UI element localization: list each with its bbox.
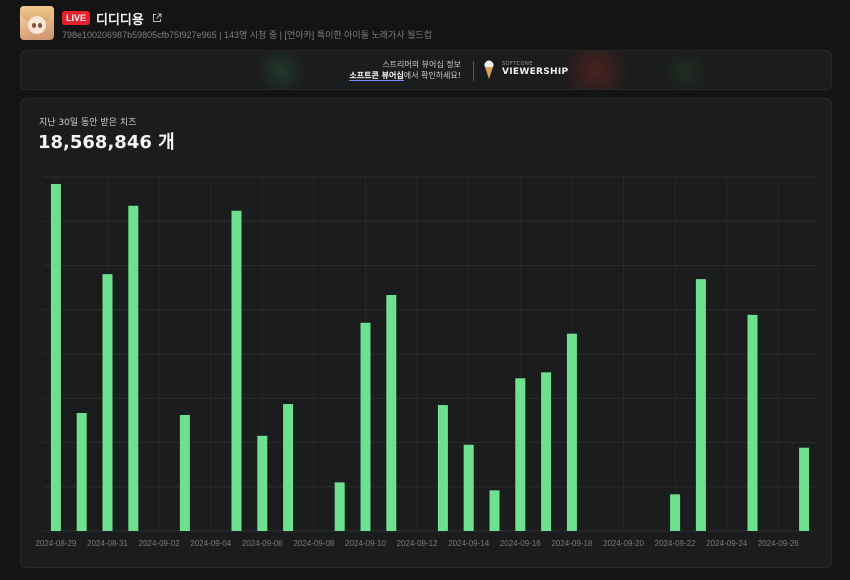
bar-2024-09-22[interactable]	[670, 494, 681, 531]
viewership-banner[interactable]: 스트리머의 뷰어십 정보 소프트콘 뷰어십에서 확인하세요! SOFTCONE …	[20, 50, 832, 90]
bar-2024-09-11[interactable]	[386, 295, 397, 531]
cheese-bar-chart: 2024-08-29 2024-08-31 2024-09-02 2024-09-04…	[35, 176, 817, 548]
banner-text: 스트리머의 뷰어십 정보 소프트콘 뷰어십에서 확인하세요!	[321, 59, 461, 81]
x-tick-label: 2024-09-06	[242, 539, 283, 548]
viewership-logo: SOFTCONE VIEWERSHIP	[502, 61, 568, 77]
bar-2024-08-30[interactable]	[76, 413, 87, 531]
ice-cream-cone-icon	[484, 60, 494, 79]
bar-2024-09-06[interactable]	[257, 435, 268, 531]
bar-2024-08-29[interactable]	[50, 183, 61, 532]
x-axis-ticks: 2024-08-29 2024-08-31 2024-09-02 2024-09-04…	[35, 539, 799, 548]
bar-2024-09-13[interactable]	[437, 405, 448, 531]
stream-info: 798e100206987b59805cfb75f927e965 | 143명 …	[62, 30, 432, 40]
bar-2024-09-18[interactable]	[566, 333, 577, 531]
bar-2024-09-15[interactable]	[489, 490, 500, 531]
x-tick-label: 2024-09-02	[139, 539, 180, 548]
bar-2024-09-25[interactable]	[747, 314, 758, 531]
bar-2024-08-31[interactable]	[102, 274, 113, 531]
cheese-chart-card: 지난 30일 동안 받은 치즈 18,568,846 개 2024-08-29 2…	[20, 98, 832, 568]
external-link-icon[interactable]	[152, 13, 162, 23]
channel-name[interactable]: 디디디용	[96, 9, 144, 28]
live-badge: LIVE	[62, 11, 91, 25]
channel-avatar[interactable]	[20, 6, 54, 40]
bar-2024-09-10[interactable]	[360, 322, 371, 531]
x-tick-label: 2024-09-14	[448, 539, 489, 548]
banner-line2: 에서 확인하세요!	[403, 71, 461, 80]
x-tick-label: 2024-09-10	[345, 539, 386, 548]
bar-2024-09-03[interactable]	[179, 414, 190, 531]
bar-2024-09-16[interactable]	[515, 378, 526, 531]
x-tick-label: 2024-09-18	[551, 539, 592, 548]
bar-2024-09-07[interactable]	[283, 404, 294, 531]
channel-header: LIVE 디디디용 798e100206987b59805cfb75f927e9…	[20, 6, 830, 42]
x-tick-label: 2024-09-16	[500, 539, 541, 548]
x-tick-label: 2024-09-12	[397, 539, 438, 548]
bar-2024-09-23[interactable]	[695, 279, 706, 531]
x-tick-label: 2024-09-26	[758, 539, 799, 548]
bar-2024-09-27[interactable]	[799, 447, 810, 531]
x-tick-label: 2024-09-24	[706, 539, 747, 548]
bar-2024-09-14[interactable]	[463, 444, 474, 531]
x-tick-label: 2024-09-22	[655, 539, 696, 548]
bar-2024-09-17[interactable]	[541, 372, 552, 531]
x-tick-label: 2024-09-04	[190, 539, 231, 548]
x-tick-label: 2024-08-31	[87, 539, 128, 548]
bar-2024-09-05[interactable]	[231, 210, 242, 531]
bars	[50, 183, 810, 532]
x-tick-label: 2024-09-20	[603, 539, 644, 548]
x-tick-label: 2024-09-08	[293, 539, 334, 548]
brand-name: VIEWERSHIP	[502, 67, 569, 77]
title-row: LIVE 디디디용	[62, 9, 162, 28]
banner-divider	[473, 61, 474, 81]
x-tick-label: 2024-08-29	[35, 539, 76, 548]
banner-highlight: 소프트콘 뷰어십	[349, 71, 404, 81]
banner-line1: 스트리머의 뷰어십 정보	[382, 60, 461, 69]
bar-2024-09-09[interactable]	[334, 482, 345, 531]
bar-2024-09-01[interactable]	[128, 205, 139, 532]
